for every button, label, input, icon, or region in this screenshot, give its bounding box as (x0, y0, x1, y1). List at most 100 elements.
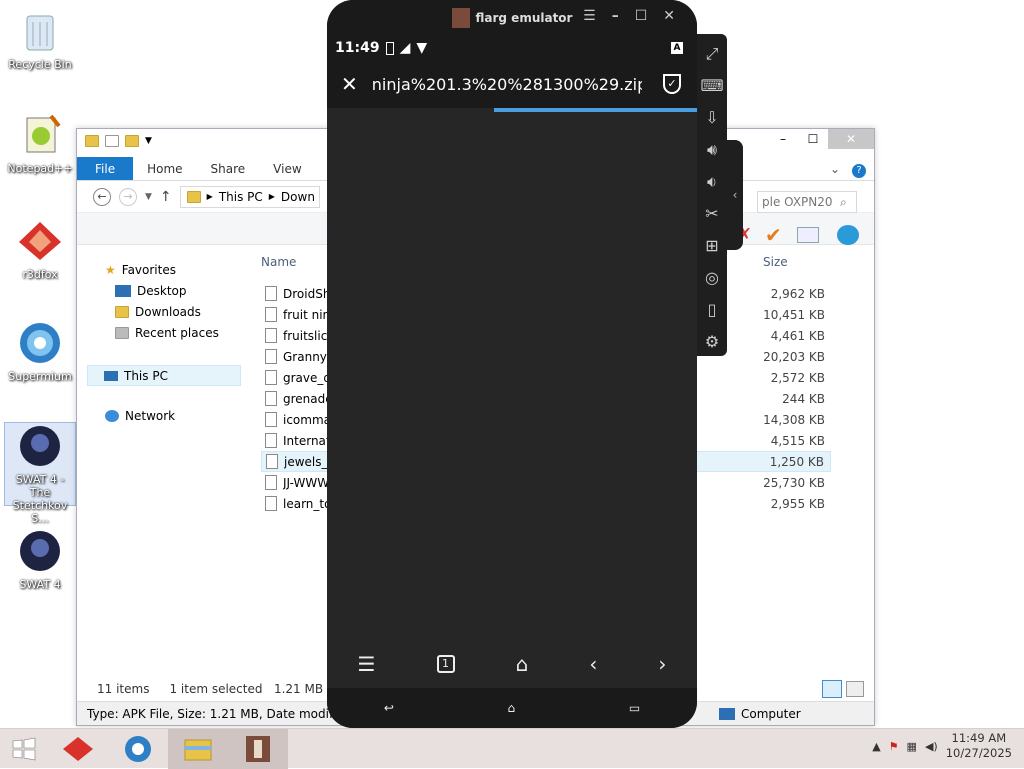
action-center-icon[interactable]: ⚑ (889, 740, 899, 753)
screenshot-icon[interactable]: ✂ (697, 198, 727, 230)
desktop-icon-r3dfox[interactable]: r3dfox (4, 218, 76, 281)
supermium-icon (125, 735, 151, 762)
desktop-icon-supermium[interactable]: Supermium (4, 320, 76, 383)
browser-toolbar: ☰ 1 ⌂ ‹ › (327, 640, 697, 688)
download-progress-bar (327, 108, 697, 112)
quick-access-toolbar: ▼ (85, 135, 152, 147)
menu-icon[interactable]: ☰ (583, 8, 596, 24)
android-back-icon[interactable]: ↩ (384, 701, 394, 715)
file-size: 25,730 KB (763, 475, 825, 490)
fullscreen-icon[interactable]: ⤢ (697, 38, 727, 70)
android-home-icon[interactable]: ⌂ (508, 701, 516, 715)
search-placeholder: ple OXPN20 (762, 195, 833, 209)
chevron-down-icon[interactable]: ▼ (145, 136, 152, 146)
volume-icon[interactable]: ◀) (925, 740, 938, 753)
clock[interactable]: 11:49 AM 10/27/2025 (946, 731, 1012, 761)
supermium-icon (17, 320, 63, 366)
maximize-button[interactable]: ☐ (635, 8, 648, 24)
close-icon[interactable]: ✕ (341, 72, 358, 96)
nav-favorites[interactable]: ★ Favorites (105, 263, 176, 277)
new-folder-icon[interactable] (125, 135, 139, 147)
tab-view[interactable]: View (259, 157, 315, 180)
show-hidden-icons[interactable]: ▲ (872, 740, 880, 753)
nav-network[interactable]: Network (105, 409, 175, 423)
desktop-icon-swat4[interactable]: SWAT 4 (4, 528, 76, 591)
tab-home[interactable]: Home (133, 157, 196, 180)
desktop-icon-label: SWAT 4 - The Stetchkov S... (12, 473, 68, 525)
preview-pane-icon[interactable] (797, 227, 819, 243)
network-icon[interactable]: ▦ (907, 740, 917, 753)
close-button[interactable]: ✕ (663, 8, 675, 24)
forward-button[interactable]: → (119, 187, 137, 206)
close-button[interactable]: ✕ (828, 129, 874, 149)
wifi-icon: ▼ (416, 40, 428, 56)
keyboard-icon[interactable]: ⌨ (697, 70, 727, 102)
android-screen[interactable] (327, 110, 697, 648)
download-progress-fill (493, 108, 697, 112)
checkmark-icon[interactable]: ✔ (765, 223, 782, 247)
nav-label: Downloads (135, 305, 201, 319)
desktop-icon-notepadpp[interactable]: Notepad++ (4, 112, 76, 175)
nav-this-pc[interactable]: This PC (87, 365, 241, 386)
status-time: 11:49 (335, 40, 380, 56)
file-icon (265, 349, 277, 364)
minimize-button[interactable]: – (768, 129, 798, 149)
taskbar-file-explorer[interactable] (168, 728, 228, 769)
taskbar-supermium[interactable] (108, 729, 168, 769)
search-icon: ⌕ (840, 194, 847, 209)
nav-recent-places[interactable]: Recent places (115, 326, 219, 340)
up-button[interactable]: ↑ (160, 189, 172, 205)
back-button[interactable]: ← (93, 187, 111, 206)
back-icon[interactable]: ‹ (589, 652, 597, 676)
breadcrumb-this-pc[interactable]: This PC (219, 190, 263, 204)
nav-label: Favorites (121, 263, 176, 277)
home-icon[interactable]: ⌂ (516, 652, 529, 676)
column-header-size[interactable]: Size (763, 255, 788, 269)
help-icon[interactable]: ? (852, 157, 874, 180)
menu-icon[interactable]: ☰ (358, 652, 376, 676)
tab-share[interactable]: Share (197, 157, 260, 180)
desktop-icon-recycle-bin[interactable]: Recycle Bin (4, 8, 76, 71)
sidebar-collapse-button[interactable]: ‹ (727, 140, 743, 250)
shield-check-icon[interactable]: ✓ (663, 74, 681, 94)
desktop-icon-label: SWAT 4 (19, 578, 61, 591)
apk-install-icon[interactable]: ⇩ (697, 102, 727, 134)
location-icon[interactable]: ◎ (697, 262, 727, 294)
desktop-icon-label: r3dfox (22, 268, 58, 281)
maximize-button[interactable]: ☐ (798, 129, 828, 149)
emulator-titlebar: flarg emulator ☰ – ☐ ✕ (327, 0, 697, 36)
r3dfox-icon (17, 218, 63, 264)
breadcrumb-downloads[interactable]: Down (281, 190, 315, 204)
network-share-icon[interactable] (837, 225, 859, 245)
properties-icon[interactable] (105, 135, 119, 147)
column-header-name[interactable]: Name (261, 255, 296, 269)
taskbar-flarg-emulator[interactable] (228, 728, 288, 769)
shake-icon[interactable]: ▯ (697, 294, 727, 326)
file-explorer-icon (184, 739, 212, 760)
forward-icon[interactable]: › (658, 652, 666, 676)
details-view-button[interactable] (822, 680, 842, 698)
nav-downloads[interactable]: Downloads (115, 305, 201, 319)
start-button[interactable] (0, 729, 48, 769)
desktop-icon-swat4-expansion[interactable]: SWAT 4 - The Stetchkov S... (4, 422, 76, 525)
recent-locations-icon[interactable]: ▼ (145, 192, 152, 202)
file-icon (265, 496, 277, 511)
settings-icon[interactable]: ⚙ (697, 326, 727, 358)
volume-down-icon[interactable]: 🔉︎ (697, 166, 727, 198)
keyboard-indicator-icon: A (671, 42, 683, 54)
taskbar-r3dfox[interactable] (48, 729, 108, 769)
chevron-down-icon[interactable]: ⌄ (830, 157, 852, 180)
desktop-icon (115, 285, 131, 297)
add-app-icon[interactable]: ⊞ (697, 230, 727, 262)
nav-label: Desktop (137, 284, 187, 298)
large-icons-view-button[interactable] (846, 681, 864, 697)
minimize-button[interactable]: – (612, 8, 619, 24)
android-recents-icon[interactable]: ▭ (629, 701, 640, 715)
navigation-pane: ★ Favorites Desktop Downloads Recent pla… (77, 249, 247, 669)
tab-file[interactable]: File (77, 157, 134, 180)
address-path[interactable]: ▶ This PC ▶ Down (179, 185, 320, 208)
volume-up-icon[interactable]: 🔊︎ (697, 134, 727, 166)
nav-desktop[interactable]: Desktop (115, 284, 187, 298)
tabs-icon[interactable]: 1 (436, 655, 455, 673)
search-box[interactable]: ple OXPN20 ⌕ (757, 191, 857, 213)
